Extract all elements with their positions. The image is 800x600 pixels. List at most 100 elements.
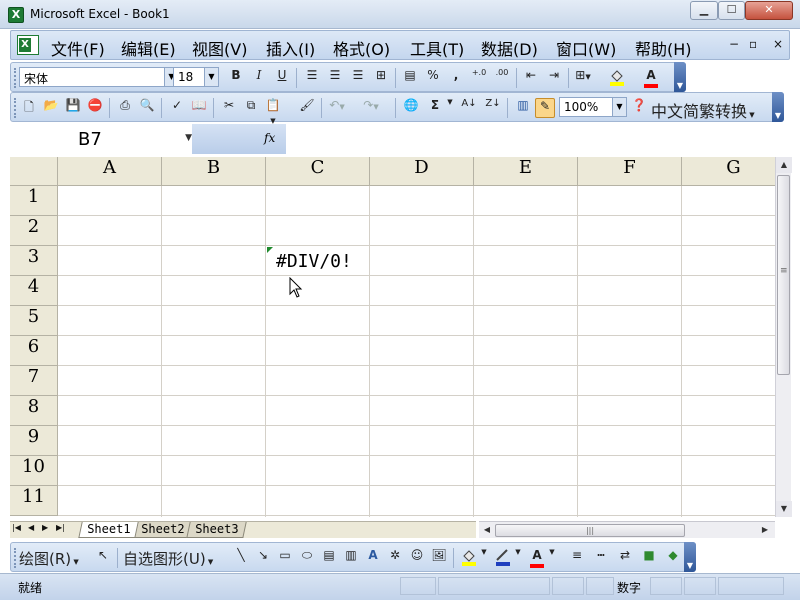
menu-format[interactable]: 格式(O) xyxy=(333,36,390,60)
row-header-4[interactable]: 4 xyxy=(10,276,58,306)
autosum-dropdown-icon[interactable]: ▼ xyxy=(445,98,455,118)
menu-window[interactable]: 窗口(W) xyxy=(556,36,616,60)
doc-restore-button[interactable]: ▫ xyxy=(749,37,757,51)
print-preview-icon[interactable]: 🔍 xyxy=(137,98,157,118)
prev-sheet-icon[interactable]: ◀ xyxy=(28,523,34,532)
column-header-c[interactable]: C xyxy=(266,157,370,186)
sort-descending-icon[interactable]: Z↓ xyxy=(483,98,503,118)
vertical-scrollbar[interactable]: ▲ ▼ xyxy=(775,157,792,517)
minimize-button[interactable]: ▁ xyxy=(690,1,718,20)
draw-menu-button[interactable]: 绘图(R) ▼ xyxy=(19,548,89,568)
diagram-icon[interactable]: ✲ xyxy=(385,548,405,568)
chevron-down-icon[interactable]: ▼ xyxy=(204,68,218,86)
fill-color-dropdown-icon[interactable]: ▼ xyxy=(479,548,489,568)
permission-icon[interactable]: ⛔ xyxy=(85,98,105,118)
horizontal-scroll-thumb[interactable]: ||| xyxy=(495,524,685,537)
worksheet-grid[interactable]: A B C D E F G 1 2 3 4 5 6 7 8 9 10 11 #D… xyxy=(10,157,775,517)
menu-tools[interactable]: 工具(T) xyxy=(410,36,464,60)
scroll-down-icon[interactable]: ▼ xyxy=(776,501,792,517)
error-indicator-icon[interactable] xyxy=(267,247,273,253)
align-left-icon[interactable]: ☰ xyxy=(302,68,322,88)
horizontal-scrollbar[interactable]: ◀ ||| ▶ xyxy=(479,521,775,538)
currency-icon[interactable]: ▤ xyxy=(400,68,420,88)
toolbar-options-icon[interactable]: ▼ xyxy=(772,92,784,122)
scroll-right-icon[interactable]: ▶ xyxy=(757,522,773,538)
italic-icon[interactable]: I xyxy=(249,68,269,88)
excel-icon[interactable]: X xyxy=(8,7,24,23)
row-header-1[interactable]: 1 xyxy=(10,186,58,216)
sheet-tab-1[interactable]: Sheet1 xyxy=(78,522,140,538)
oval-icon[interactable]: ⬭ xyxy=(297,548,317,568)
menu-edit[interactable]: 编辑(E) xyxy=(121,36,176,60)
hyperlink-icon[interactable]: 🌐 xyxy=(401,98,421,118)
new-icon[interactable]: 🗋 xyxy=(19,98,39,118)
close-button[interactable]: ✕ xyxy=(745,1,793,20)
column-header-g[interactable]: G xyxy=(682,157,775,186)
row-header-9[interactable]: 9 xyxy=(10,426,58,456)
help-icon[interactable]: ❓ xyxy=(629,98,649,118)
3d-icon[interactable]: ◆ xyxy=(663,548,683,568)
copy-icon[interactable]: ⧉ xyxy=(241,98,261,118)
arrow-style-icon[interactable]: ⇄ xyxy=(615,548,635,568)
vertical-textbox-icon[interactable]: ▥ xyxy=(341,548,361,568)
zoom-select[interactable]: 100% ▼ xyxy=(559,97,627,117)
comma-icon[interactable]: , xyxy=(446,68,466,88)
next-sheet-icon[interactable]: ▶ xyxy=(42,523,48,532)
doc-minimize-button[interactable]: − xyxy=(729,37,739,51)
chevron-down-icon[interactable]: ▼ xyxy=(185,133,192,143)
drawing-icon[interactable]: ✎ xyxy=(535,98,555,118)
toolbar-grip[interactable] xyxy=(14,548,17,568)
increase-decimal-icon[interactable]: +.0 xyxy=(469,68,489,88)
row-header-5[interactable]: 5 xyxy=(10,306,58,336)
sheet-tab-3[interactable]: Sheet3 xyxy=(186,522,248,538)
borders-icon[interactable]: ⊞▼ xyxy=(573,68,593,88)
rectangle-icon[interactable]: ▭ xyxy=(275,548,295,568)
arrow-icon[interactable]: ↘ xyxy=(253,548,273,568)
toolbar-grip[interactable] xyxy=(14,68,17,88)
textbox-icon[interactable]: ▤ xyxy=(319,548,339,568)
chart-wizard-icon[interactable]: ▥ xyxy=(513,98,533,118)
sort-ascending-icon[interactable]: A↓ xyxy=(459,98,479,118)
font-color-icon[interactable]: A xyxy=(641,68,661,88)
shadow-icon[interactable]: ■ xyxy=(639,548,659,568)
scroll-left-icon[interactable]: ◀ xyxy=(479,522,495,538)
workbook-icon[interactable] xyxy=(17,35,39,55)
column-header-b[interactable]: B xyxy=(162,157,266,186)
redo-icon[interactable]: ↷▼ xyxy=(361,98,381,118)
print-icon[interactable]: ⎙ xyxy=(115,98,135,118)
column-header-a[interactable]: A xyxy=(58,157,162,186)
clipart-icon[interactable]: ☺ xyxy=(407,548,427,568)
toolbar-options-icon[interactable]: ▼ xyxy=(684,542,696,572)
autosum-icon[interactable]: Σ xyxy=(425,98,445,118)
font-size-select[interactable]: 18 ▼ xyxy=(173,67,219,87)
align-center-icon[interactable]: ☰ xyxy=(325,68,345,88)
row-header-6[interactable]: 6 xyxy=(10,336,58,366)
line-icon[interactable]: ╲ xyxy=(231,548,251,568)
font-name-select[interactable]: 宋体 ▼ xyxy=(19,67,179,87)
line-color-icon[interactable] xyxy=(493,548,513,568)
sheet-tab-2[interactable]: Sheet2 xyxy=(132,522,194,538)
research-icon[interactable]: 📖 xyxy=(189,98,209,118)
insert-function-icon[interactable]: fx xyxy=(264,131,275,145)
first-sheet-icon[interactable]: |◀ xyxy=(12,523,21,532)
chinese-convert-button[interactable]: 中文简繁转换 ▼ xyxy=(651,98,767,121)
chevron-down-icon[interactable]: ▼ xyxy=(612,98,626,116)
toolbar-grip[interactable] xyxy=(14,98,17,118)
select-objects-icon[interactable]: ↖ xyxy=(93,548,113,568)
percent-icon[interactable]: % xyxy=(423,68,443,88)
paste-icon[interactable]: 📋▼ xyxy=(263,98,283,125)
underline-icon[interactable]: U xyxy=(272,68,292,88)
bold-icon[interactable]: B xyxy=(226,68,246,88)
row-header-11[interactable]: 11 xyxy=(10,486,58,516)
row-header-7[interactable]: 7 xyxy=(10,366,58,396)
fill-color-icon[interactable] xyxy=(607,68,627,88)
wordart-icon[interactable]: A xyxy=(363,548,383,568)
menu-data[interactable]: 数据(D) xyxy=(481,36,538,60)
merge-center-icon[interactable]: ⊞ xyxy=(371,68,391,88)
format-painter-icon[interactable]: 🖌 xyxy=(297,98,317,118)
line-color-dropdown-icon[interactable]: ▼ xyxy=(513,548,523,568)
line-style-icon[interactable]: ≡ xyxy=(567,548,587,568)
save-icon[interactable]: 💾 xyxy=(63,98,83,118)
select-all-corner[interactable] xyxy=(10,157,58,186)
doc-close-button[interactable]: × xyxy=(773,37,783,51)
